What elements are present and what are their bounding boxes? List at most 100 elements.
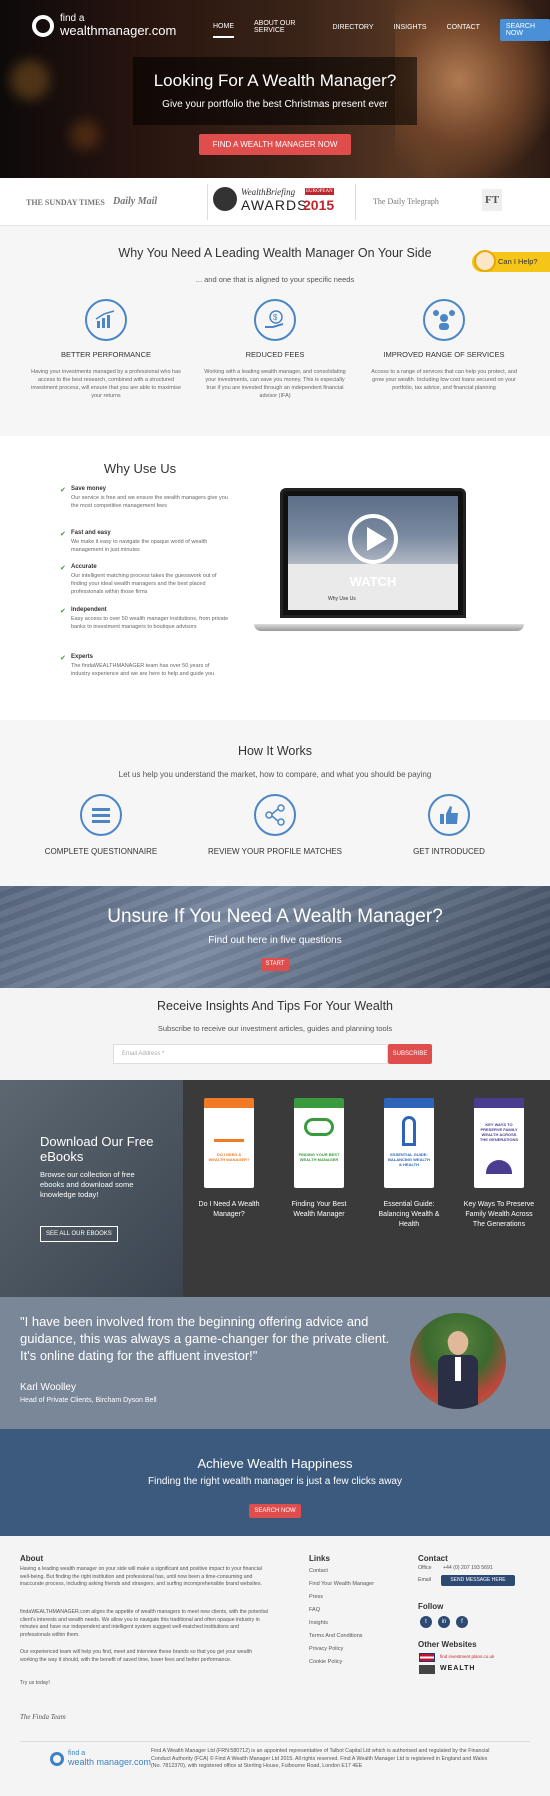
search-now-cta[interactable]: SEARCH NOW [249, 1504, 301, 1518]
benefit-desc: Our service is free and we ensure the we… [71, 495, 228, 509]
step-title: GET INTRODUCED [413, 847, 485, 856]
benefit-item: ✔ Independent Easy access to over 50 wealt… [60, 607, 230, 631]
facebook-icon[interactable]: f [456, 1616, 468, 1628]
benefit-item: ✔ Fast and easy We make it easy to navigat… [60, 530, 230, 554]
benefit-item: ✔ Accurate Our intelligent matching proces… [60, 564, 230, 596]
twitter-icon[interactable]: t [420, 1616, 432, 1628]
other-site-1[interactable]: find investment plans.co.uk [440, 1653, 494, 1661]
ebook-item[interactable]: DO I NEED A WEALTH MANAGER? Do I Need A … [190, 1098, 268, 1220]
footer-link-press[interactable]: Press [309, 1594, 323, 1600]
site-logo[interactable]: find a wealthmanager.com [32, 14, 176, 37]
logo-ring-icon [50, 1751, 64, 1766]
footer-about-p4: Try us today! [20, 1680, 50, 1686]
ebooks-desc: Browse our collection of free ebooks and… [40, 1170, 135, 1199]
feature-performance: BETTER PERFORMANCE Having your investmen… [31, 299, 181, 400]
testimonial-name: Karl Woolley [20, 1382, 76, 1393]
laptop-base [254, 624, 524, 631]
see-all-ebooks-button[interactable]: SEE ALL OUR EBOOKS [40, 1226, 118, 1242]
nav-home[interactable]: HOME [213, 23, 234, 38]
footer-about-p3: Our experienced team will help you find,… [20, 1649, 253, 1663]
check-icon: ✔ [60, 608, 66, 615]
nav-insights[interactable]: INSIGHTS [394, 24, 427, 37]
feature-title: IMPROVED RANGE OF SERVICES [383, 350, 505, 359]
ebook-cover: KEY WAYS TO PRESERVE FAMILY WEALTH ACROS… [474, 1098, 524, 1188]
testimonial-section: "I have been involved from the beginning… [0, 1297, 550, 1429]
footer-link-cookie[interactable]: Cookie Policy [309, 1659, 342, 1665]
feature-desc: Working with a leading wealth manager, a… [204, 369, 346, 399]
step-introduced: GET INTRODUCED [369, 794, 529, 856]
ebook-item[interactable]: ESSENTIAL GUIDE: BALANCING WEALTH & HEAL… [370, 1098, 448, 1230]
why-use-us-section: Why Use Us ✔ Save money Our service is fre… [0, 436, 550, 720]
subscribe-button[interactable]: SUBSCRIBE [388, 1044, 432, 1064]
benefit-title: Save money [71, 486, 107, 492]
email-input[interactable]: Email Address * [113, 1044, 388, 1064]
ebooks-title: Download Our Free eBooks [40, 1134, 154, 1164]
ebook-title: Essential Guide: Balancing Wealth & Heal… [378, 1201, 440, 1228]
find-wealth-manager-button[interactable]: FIND A WEALTH MANAGER NOW [199, 134, 351, 155]
other-site-2[interactable]: WEALTH [440, 1665, 475, 1673]
insights-title: Receive Insights And Tips For Your Wealt… [156, 999, 393, 1013]
check-icon: ✔ [60, 655, 66, 662]
play-icon[interactable] [348, 514, 398, 564]
signature: The Finda Team [20, 1713, 66, 1721]
why-section: Why You Need A Leading Wealth Manager On… [0, 226, 550, 436]
send-message-button[interactable]: SEND MESSAGE HERE [441, 1575, 515, 1586]
footer-link-privacy[interactable]: Privacy Policy [309, 1646, 343, 1652]
nav-about[interactable]: ABOUT OUR SERVICE [254, 20, 313, 40]
step-questionnaire: COMPLETE QUESTIONNAIRE [21, 794, 181, 856]
benefit-title: Independent [71, 607, 107, 613]
step-title: REVIEW YOUR PROFILE MATCHES [208, 847, 342, 856]
insights-subtitle: Subscribe to receive our investment arti… [157, 1024, 393, 1033]
linkedin-icon[interactable]: in [438, 1616, 450, 1628]
footer-link-faq[interactable]: FAQ [309, 1607, 320, 1613]
why-use-us-title: Why Use Us [103, 461, 177, 476]
achieve-section: Achieve Wealth Happiness Finding the rig… [0, 1429, 550, 1536]
press-logos: THE SUNDAY TIMES Daily Mail WealthBriefi… [0, 178, 550, 226]
press-daily-mail: Daily Mail [113, 196, 158, 207]
feature-fees: $ REDUCED FEES Working with a leading we… [200, 299, 350, 400]
check-icon: ✔ [60, 487, 66, 494]
feature-title: BETTER PERFORMANCE [60, 350, 151, 359]
can-i-help-button[interactable]: Can I Help? [472, 250, 550, 272]
ebook-item[interactable]: FINDING YOUR BEST WEALTH MANAGER Finding… [280, 1098, 358, 1220]
office-phone[interactable]: +44 (0) 207 193 5691 [443, 1565, 493, 1573]
ebook-item[interactable]: KEY WAYS TO PRESERVE FAMILY WEALTH ACROS… [460, 1098, 538, 1230]
footer-about-p1: Having a leading wealth manager on your … [20, 1566, 262, 1587]
footer-link-contact[interactable]: Contact [309, 1568, 328, 1574]
nav-contact[interactable]: CONTACT [447, 24, 480, 37]
list-icon [80, 794, 122, 836]
footer-about-p2: findaWEALTHMANAGER.com aligns the appeti… [20, 1609, 268, 1638]
asia-badge [419, 1665, 435, 1674]
ebook-title: Do I Need A Wealth Manager? [198, 1201, 260, 1218]
hero-panel [133, 57, 417, 125]
nav-directory[interactable]: DIRECTORY [333, 24, 374, 37]
video-laptop[interactable]: Why Use Us WATCH [280, 488, 466, 618]
feature-services: IMPROVED RANGE OF SERVICES Access to a r… [369, 299, 519, 392]
achieve-title: Achieve Wealth Happiness [197, 1456, 353, 1471]
hero-banner: find a wealthmanager.com HOME ABOUT OUR … [0, 0, 550, 178]
footer-link-terms[interactable]: Terms And Conditions [309, 1633, 363, 1639]
search-now-button[interactable]: SEARCH NOW [499, 19, 550, 41]
footer-links-title: Links [309, 1554, 330, 1563]
benefit-item: ✔ Experts The findaWEALTHMANAGER team has … [60, 654, 230, 678]
press-sunday-times: THE SUNDAY TIMES [26, 198, 105, 207]
ebooks-section: Download Our Free eBooks Browse our coll… [0, 1080, 550, 1297]
footer-logo[interactable]: find a wealth manager.com [50, 1750, 151, 1767]
footer-link-insights[interactable]: Insights [309, 1620, 328, 1626]
chart-up-icon [85, 299, 127, 341]
scales-icon [214, 1116, 244, 1142]
svg-text:$: $ [273, 313, 278, 322]
step-title: COMPLETE QUESTIONNAIRE [44, 847, 158, 856]
benefit-title: Experts [71, 654, 94, 660]
hero-title: Looking For A Wealth Manager? [153, 71, 397, 90]
thumbs-up-icon [428, 794, 470, 836]
office-label: Office [418, 1565, 432, 1571]
footer-link-find[interactable]: Find Your Wealth Manager [309, 1581, 374, 1587]
logo-ring-icon [32, 14, 54, 37]
person-chat-icon [423, 299, 465, 341]
health-icon [402, 1116, 416, 1146]
start-button[interactable]: START [261, 958, 289, 971]
footer-other-title: Other Websites [418, 1640, 477, 1649]
screen-caption: Why Use Us [328, 596, 356, 602]
logo-text-bottom: wealthmanager.com [60, 23, 177, 38]
